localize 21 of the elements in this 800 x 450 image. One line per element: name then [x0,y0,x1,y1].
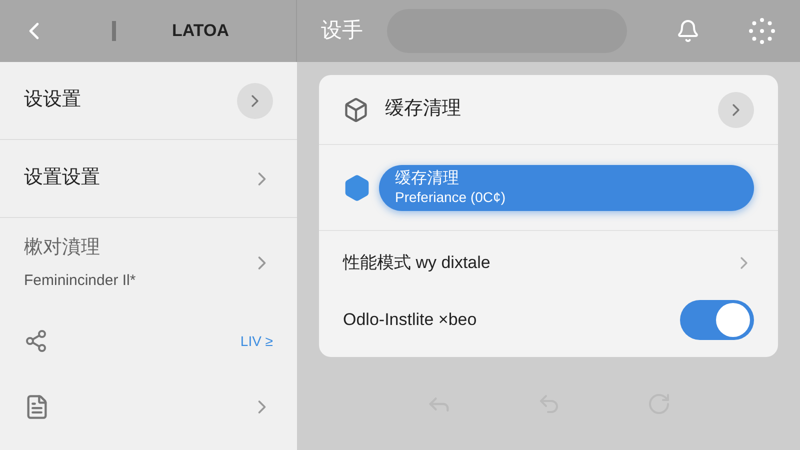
toggle-switch[interactable] [680,300,754,340]
section-title: 设手 [321,18,363,44]
item-subtitle: Feminincinder Il* [24,271,136,291]
card-title: 缓存清理 [385,97,461,122]
sidebar-item[interactable]: 樕对濆理 Feminincinder Il* [0,218,297,308]
app-title: LATOA [172,20,229,42]
cube-icon [343,96,369,122]
sidebar-item[interactable]: 设置设置 [0,140,297,218]
divider-mark-icon [112,21,116,41]
share-icon[interactable] [24,329,48,353]
bell-icon[interactable] [676,19,700,43]
status-label: LIV ≥ [240,332,273,350]
chevron-button[interactable] [718,92,754,128]
chevron-button[interactable] [237,82,273,118]
loading-icon [748,17,776,45]
item-title: 樕对濆理 [24,236,101,260]
hexagon-icon [343,174,371,202]
setting-label: Odlo-Instlite ×beo [343,309,477,332]
settings-row[interactable]: 性能模式 wy dixtale [319,231,778,295]
sidebar-item[interactable]: 设设置 [0,62,297,140]
selected-option[interactable]: 缓存清理 Preferiance (0C¢) [379,164,754,210]
